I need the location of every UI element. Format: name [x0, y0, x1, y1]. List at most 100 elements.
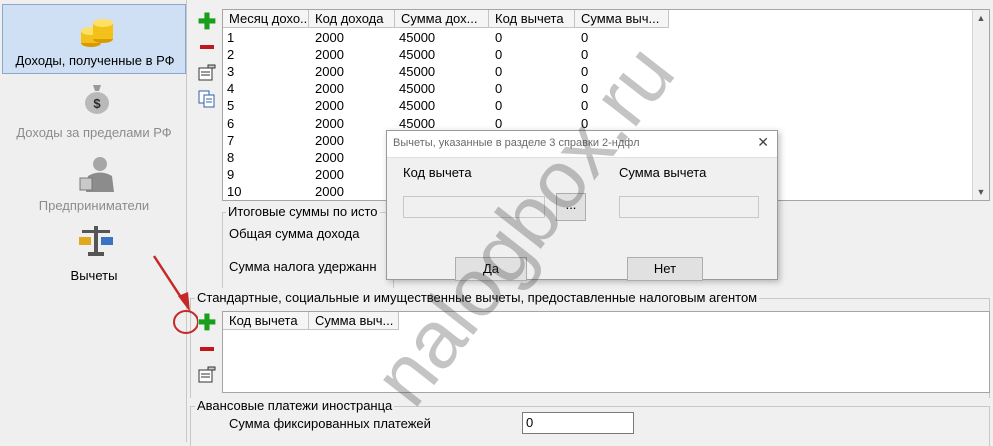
edit-form-icon — [198, 366, 216, 383]
table-cell: 0 — [495, 98, 503, 114]
column-header[interactable]: Сумма выч... — [309, 312, 399, 330]
table-cell: 0 — [581, 115, 589, 131]
copy-icon — [198, 90, 215, 108]
deduction-sum-input[interactable] — [619, 196, 759, 218]
minus-icon — [200, 347, 214, 351]
table-row[interactable]: 6 2000 45000 0 0 — [223, 115, 973, 132]
plus-icon: ✚ — [197, 310, 217, 335]
table-cell: 6 — [227, 115, 235, 131]
edit-deduction-button[interactable] — [196, 364, 218, 386]
table-cell: 45000 — [399, 81, 436, 97]
table-cell: 5 — [227, 98, 235, 114]
fixed-payments-input[interactable]: 0 — [522, 412, 634, 434]
table-cell: 7 — [227, 132, 235, 148]
table-cell: 0 — [495, 115, 503, 131]
totals-group-title: Итоговые суммы по исто — [226, 204, 380, 219]
yes-button[interactable]: Да — [455, 257, 527, 281]
table-row[interactable]: 5 2000 45000 0 0 — [223, 97, 973, 114]
browse-button[interactable]: ... — [556, 193, 586, 221]
table-cell: 2000 — [315, 115, 344, 131]
table-cell: 0 — [581, 30, 589, 45]
column-header[interactable]: Месяц дохо... — [223, 10, 309, 28]
deduction-code-label: Код вычета — [403, 165, 472, 180]
table-cell: 45000 — [399, 30, 436, 45]
scales-icon — [79, 226, 113, 256]
nav-item-label: Доходы за пределами РФ — [16, 125, 172, 140]
table-cell: 0 — [581, 81, 589, 97]
table-cell: 2000 — [315, 166, 344, 182]
table-cell: 2000 — [315, 47, 344, 63]
dialog-titlebar[interactable]: Вычеты, указанные в разделе 3 справки 2-… — [387, 131, 777, 158]
column-header[interactable]: Сумма дох... — [395, 10, 489, 28]
deduction-sum-label: Сумма вычета — [619, 165, 707, 180]
table-cell: 0 — [581, 98, 589, 114]
table-cell: 2000 — [315, 132, 344, 148]
no-button[interactable]: Нет — [627, 257, 703, 281]
table-cell: 0 — [495, 30, 503, 45]
table-cell: 4 — [227, 81, 235, 97]
column-header[interactable]: Код вычета — [489, 10, 575, 28]
nav-item-income-abroad[interactable]: $ Доходы за пределами РФ — [2, 80, 186, 142]
column-header[interactable]: Сумма выч... — [575, 10, 669, 28]
edit-form-icon — [198, 64, 216, 81]
table-cell: 2000 — [315, 183, 344, 199]
table-cell: 45000 — [399, 98, 436, 114]
total-income-label: Общая сумма дохода — [229, 226, 360, 241]
table-row[interactable]: 2 2000 45000 0 0 — [223, 46, 973, 63]
tax-withheld-label: Сумма налога удержанн — [229, 259, 377, 274]
deduction-code-input[interactable] — [403, 196, 545, 218]
nav-item-label: Предприниматели — [38, 198, 150, 213]
businessman-icon — [79, 157, 114, 192]
deductions-table: Код вычета Сумма выч... — [222, 311, 990, 393]
table-row[interactable]: 1 2000 45000 0 0 — [223, 29, 973, 46]
copy-income-button[interactable] — [196, 88, 218, 110]
annotation-arrow — [152, 255, 198, 334]
deduction-dialog: Вычеты, указанные в разделе 3 справки 2-… — [386, 130, 778, 281]
table-cell: 0 — [495, 81, 503, 97]
vertical-scrollbar[interactable]: ▲ ▼ — [972, 10, 989, 200]
add-deduction-button[interactable]: ✚ — [196, 312, 218, 334]
close-icon[interactable]: ✕ — [757, 134, 769, 151]
dialog-title: Вычеты, указанные в разделе 3 справки 2-… — [393, 137, 640, 149]
table-cell: 2000 — [315, 64, 344, 80]
fixed-payments-label: Сумма фиксированных платежей — [229, 416, 431, 431]
money-bag-icon: $ — [85, 85, 109, 114]
left-navigation-panel: Доходы, полученные в РФ $ Доходы за пред… — [0, 0, 187, 442]
remove-deduction-button[interactable] — [196, 338, 218, 360]
table-cell: 0 — [495, 64, 503, 80]
table-cell: 45000 — [399, 64, 436, 80]
minus-icon — [200, 45, 214, 49]
table-cell: 3 — [227, 64, 235, 80]
table-cell: 10 — [227, 183, 242, 199]
table-cell: 2 — [227, 47, 235, 63]
edit-income-button[interactable] — [196, 62, 218, 84]
remove-income-button[interactable] — [196, 36, 218, 58]
table-cell: 9 — [227, 166, 235, 182]
table-cell: 1 — [227, 30, 235, 45]
totals-group-border — [222, 212, 394, 288]
table-row[interactable]: 4 2000 45000 0 0 — [223, 80, 973, 97]
scroll-down-icon[interactable]: ▼ — [973, 184, 989, 200]
table-cell: 2000 — [315, 81, 344, 97]
table-cell: 45000 — [399, 47, 436, 63]
table-cell: 8 — [227, 149, 235, 165]
table-cell: 0 — [581, 47, 589, 63]
column-header[interactable]: Код вычета — [223, 312, 309, 330]
add-income-button[interactable]: ✚ — [196, 11, 218, 33]
table-cell: 0 — [495, 47, 503, 63]
table-cell: 0 — [581, 64, 589, 80]
nav-item-income-rf[interactable]: Доходы, полученные в РФ — [2, 4, 186, 74]
coins-icon — [81, 19, 113, 47]
table-cell: 2000 — [315, 149, 344, 165]
table-cell: 45000 — [399, 115, 436, 131]
table-cell: 2000 — [315, 98, 344, 114]
nav-item-label: Доходы, полученные в РФ — [15, 53, 175, 68]
table-cell: 2000 — [315, 30, 344, 45]
scroll-up-icon[interactable]: ▲ — [973, 10, 989, 26]
column-header[interactable]: Код дохода — [309, 10, 395, 28]
svg-text:$: $ — [93, 96, 101, 111]
deductions-group-title: Стандартные, социальные и имущественные … — [195, 290, 760, 305]
nav-item-entrepreneurs[interactable]: Предприниматели — [2, 150, 186, 214]
advance-group-title: Авансовые платежи иностранца — [195, 398, 395, 413]
table-row[interactable]: 3 2000 45000 0 0 — [223, 63, 973, 80]
